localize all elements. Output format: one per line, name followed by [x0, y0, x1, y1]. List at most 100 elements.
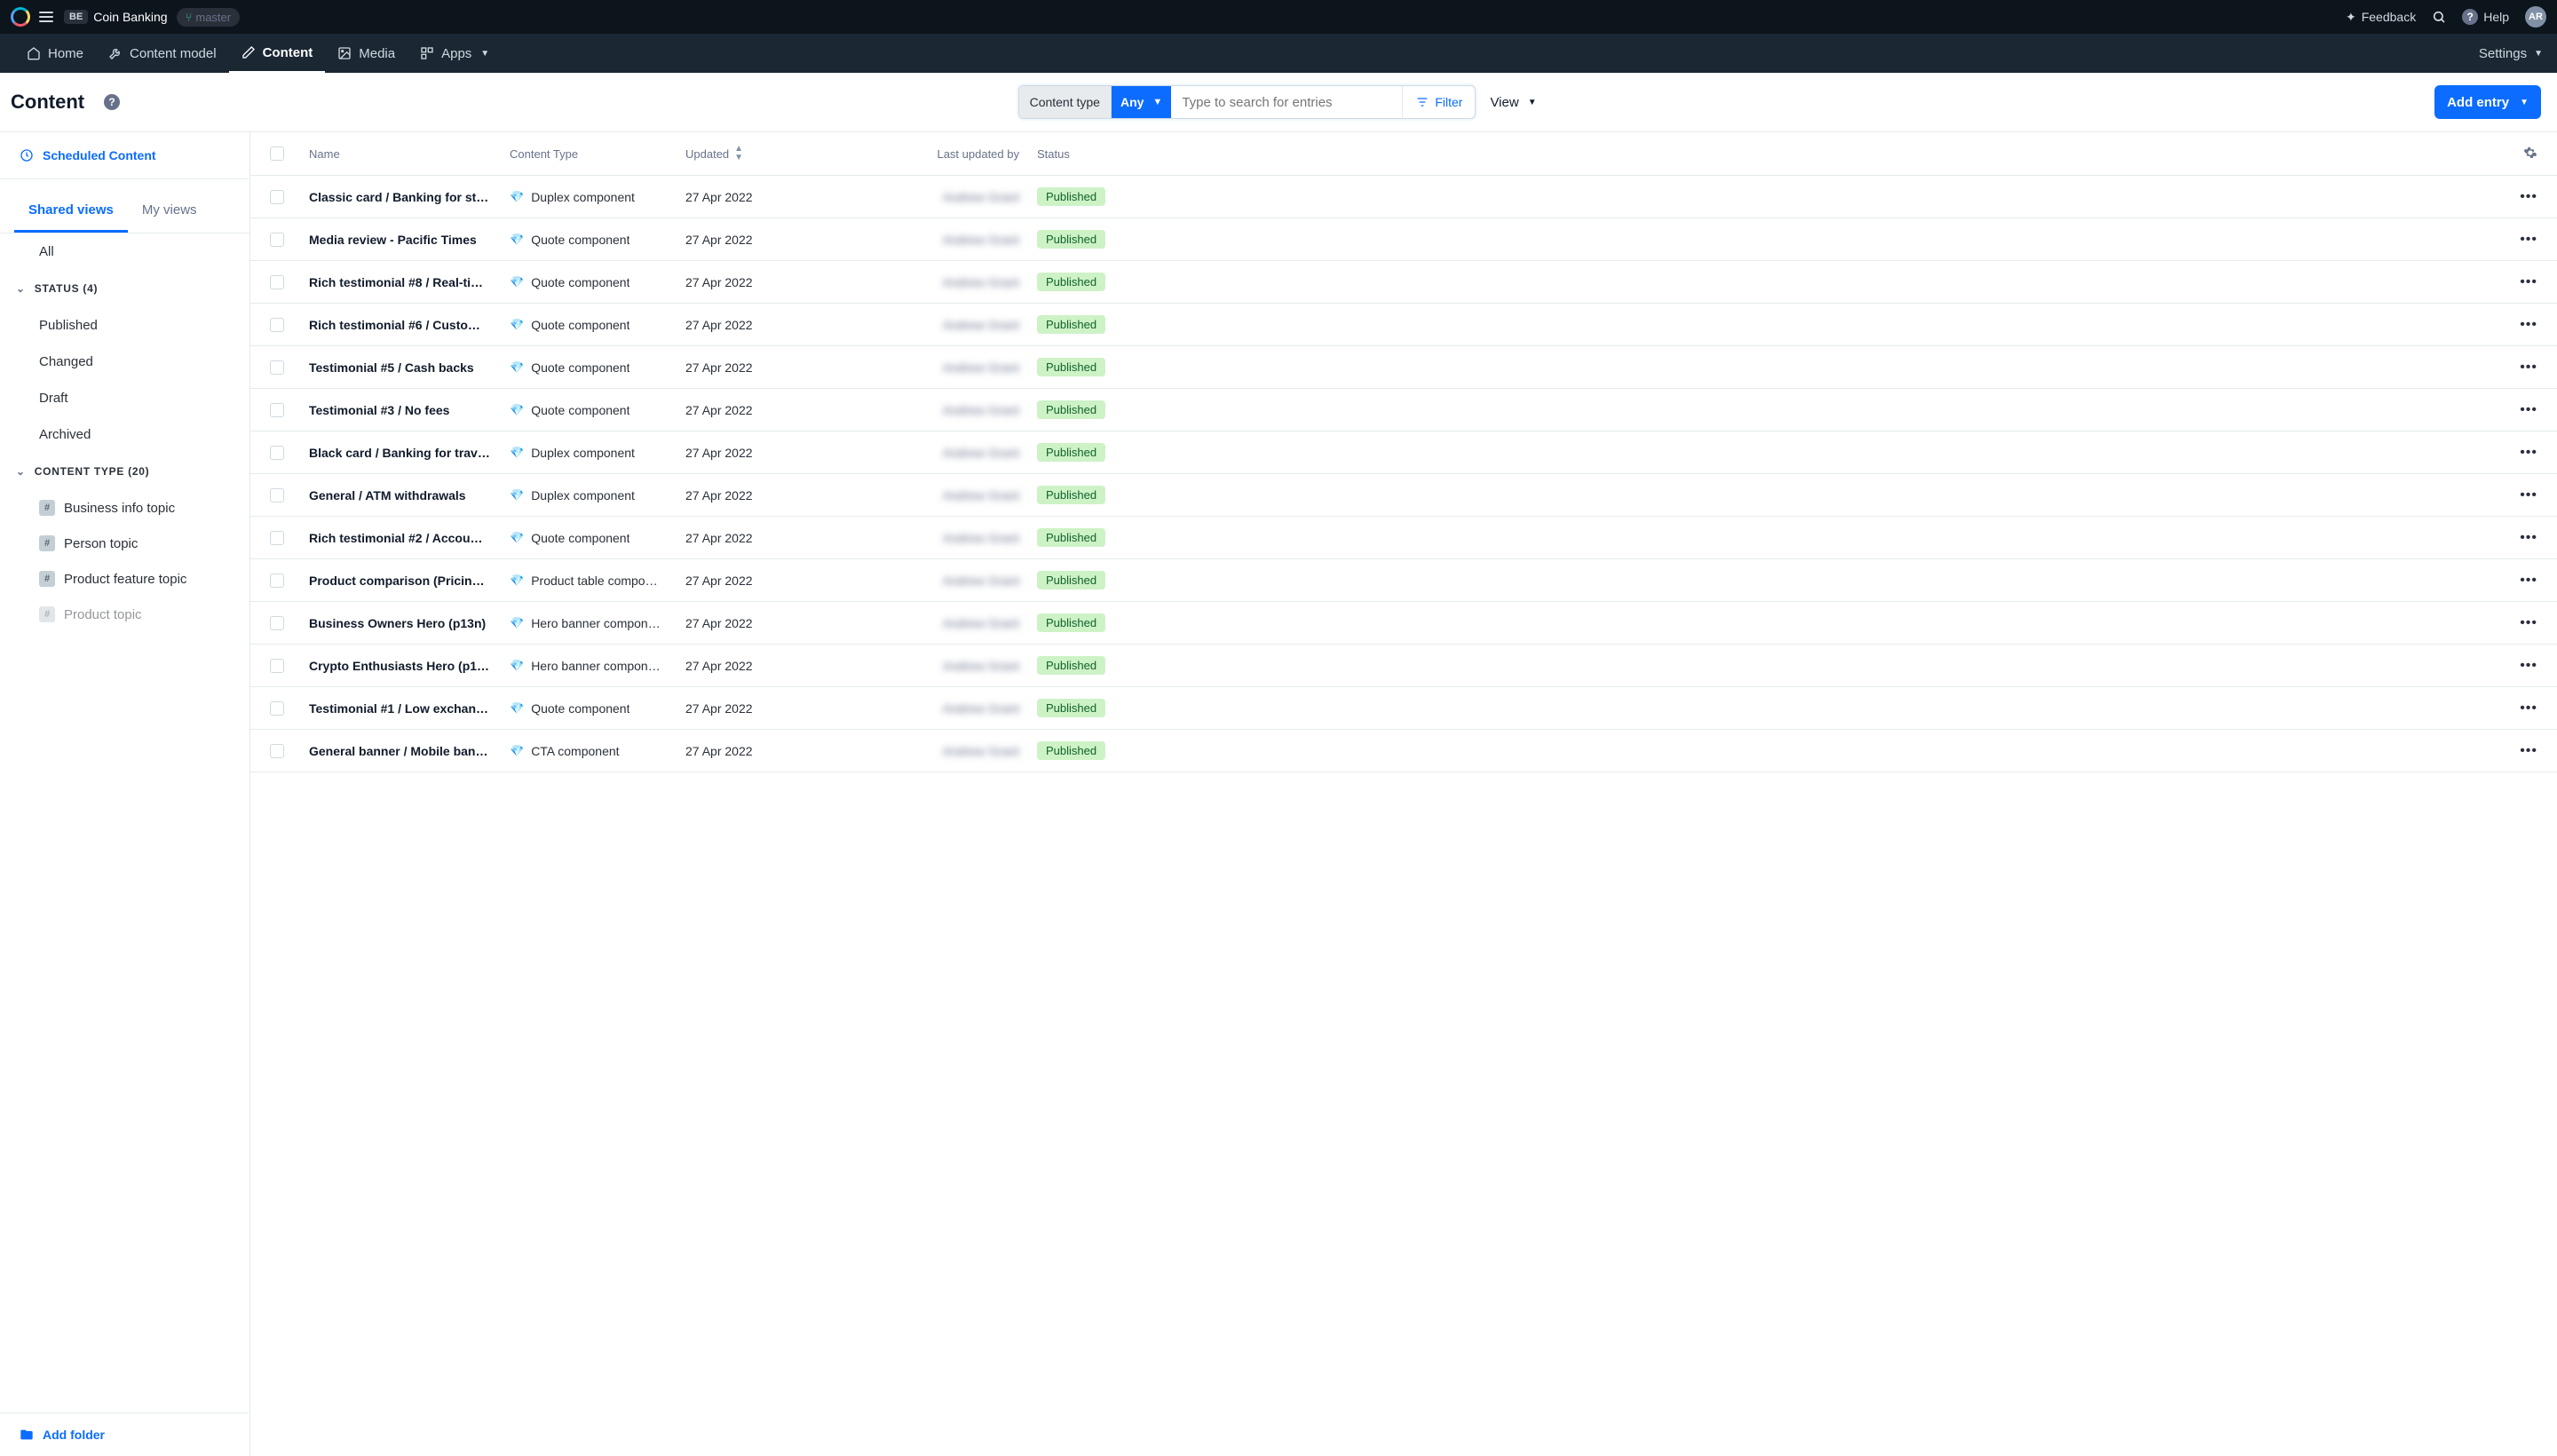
table-settings-button[interactable] [2523, 146, 2537, 162]
sidebar-item-status[interactable]: Archived [0, 416, 249, 453]
add-entry-button[interactable]: Add entry ▼ [2434, 85, 2541, 119]
status-badge: Published [1037, 656, 1105, 675]
entry-content-type: 💎Quote component [510, 275, 685, 289]
chevron-down-icon: ▼ [1528, 98, 1537, 107]
row-actions-button[interactable]: ••• [2498, 487, 2537, 503]
add-folder-button[interactable]: Add folder [0, 1412, 249, 1456]
sidebar-section-status[interactable]: ⌄ STATUS (4) [0, 270, 249, 307]
avatar[interactable]: AR [2525, 6, 2546, 28]
row-actions-button[interactable]: ••• [2498, 274, 2537, 290]
row-actions-button[interactable]: ••• [2498, 615, 2537, 631]
help-icon[interactable]: ? [104, 94, 120, 110]
table-row[interactable]: Crypto Enthusiasts Hero (p1…💎Hero banner… [250, 645, 2557, 687]
sidebar-item-status[interactable]: Draft [0, 380, 249, 416]
nav-content[interactable]: Content [229, 34, 326, 73]
row-checkbox[interactable] [270, 574, 284, 588]
table-row[interactable]: Business Owners Hero (p13n)💎Hero banner … [250, 602, 2557, 645]
sidebar-item-content-type[interactable]: #Person topic [0, 526, 249, 561]
row-checkbox[interactable] [270, 190, 284, 204]
table-row[interactable]: Classic card / Banking for st…💎Duplex co… [250, 176, 2557, 218]
view-button[interactable]: View ▼ [1490, 95, 1536, 110]
sidebar-item-status[interactable]: Published [0, 307, 249, 344]
table-row[interactable]: Testimonial #5 / Cash backs💎Quote compon… [250, 346, 2557, 389]
row-checkbox[interactable] [270, 488, 284, 502]
sidebar-item-content-type[interactable]: #Business info topic [0, 490, 249, 526]
sidebar-item-all[interactable]: All [0, 233, 249, 270]
sidebar-item-status[interactable]: Changed [0, 344, 249, 380]
row-checkbox[interactable] [270, 659, 284, 673]
table-row[interactable]: Media review - Pacific Times💎Quote compo… [250, 218, 2557, 261]
logo-icon[interactable] [11, 7, 30, 27]
row-checkbox[interactable] [270, 616, 284, 630]
tab-my-views[interactable]: My views [128, 190, 211, 233]
row-checkbox[interactable] [270, 744, 284, 758]
row-actions-button[interactable]: ••• [2498, 530, 2537, 546]
table-row[interactable]: Black card / Banking for trav…💎Duplex co… [250, 431, 2557, 474]
nav-apps-label: Apps [441, 46, 471, 61]
entry-name: General / ATM withdrawals [309, 488, 510, 502]
sidebar: Scheduled Content Shared views My views … [0, 132, 250, 1456]
table-row[interactable]: Rich testimonial #8 / Real-ti…💎Quote com… [250, 261, 2557, 304]
tab-shared-views[interactable]: Shared views [14, 190, 128, 233]
content-type-filter-label[interactable]: Content type [1019, 86, 1112, 118]
space-name[interactable]: Coin Banking [93, 10, 167, 24]
content-type-filter-value[interactable]: Any ▼ [1112, 86, 1171, 118]
scheduled-content-link[interactable]: Scheduled Content [0, 132, 249, 179]
col-content-type[interactable]: Content Type [510, 147, 685, 161]
row-checkbox[interactable] [270, 701, 284, 716]
col-status[interactable]: Status [1037, 147, 1161, 161]
branch-pill[interactable]: ⑂ master [177, 8, 241, 27]
nav-home[interactable]: Home [14, 34, 96, 73]
table-row[interactable]: Testimonial #3 / No fees💎Quote component… [250, 389, 2557, 431]
search-input[interactable] [1171, 86, 1402, 118]
table-row[interactable]: General / ATM withdrawals💎Duplex compone… [250, 474, 2557, 517]
sidebar-item-content-type[interactable]: #Product topic [0, 597, 249, 632]
row-checkbox[interactable] [270, 233, 284, 247]
row-checkbox[interactable] [270, 403, 284, 417]
row-actions-button[interactable]: ••• [2498, 189, 2537, 205]
entry-updated: 27 Apr 2022 [685, 574, 859, 588]
table-row[interactable]: Product comparison (Pricin…💎Product tabl… [250, 559, 2557, 602]
search-icon [2432, 10, 2446, 24]
feedback-link[interactable]: ✦ Feedback [2346, 10, 2416, 25]
nav-apps[interactable]: Apps ▼ [408, 34, 502, 73]
help-link[interactable]: ? Help [2462, 9, 2509, 25]
entry-status: Published [1037, 613, 1161, 632]
row-actions-button[interactable]: ••• [2498, 700, 2537, 716]
navbar: Home Content model Content Media Apps ▼ … [0, 34, 2557, 73]
nav-settings[interactable]: Settings ▼ [2479, 46, 2543, 61]
col-last-updated-by[interactable]: Last updated by [859, 147, 1037, 161]
menu-icon[interactable] [39, 12, 53, 22]
clock-icon [20, 148, 34, 162]
row-checkbox[interactable] [270, 318, 284, 332]
table-row[interactable]: General banner / Mobile ban…💎CTA compone… [250, 730, 2557, 772]
entry-updated-by: Andrew Grant [859, 574, 1037, 588]
row-actions-button[interactable]: ••• [2498, 743, 2537, 759]
sidebar-item-content-type[interactable]: #Product feature topic [0, 561, 249, 597]
row-checkbox[interactable] [270, 446, 284, 460]
row-actions-button[interactable]: ••• [2498, 317, 2537, 333]
row-actions-button[interactable]: ••• [2498, 445, 2537, 461]
filter-button[interactable]: Filter [1402, 86, 1475, 118]
row-actions-button[interactable]: ••• [2498, 232, 2537, 248]
row-actions-button[interactable]: ••• [2498, 402, 2537, 418]
table-row[interactable]: Testimonial #1 / Low exchan…💎Quote compo… [250, 687, 2557, 730]
row-actions-button[interactable]: ••• [2498, 573, 2537, 589]
row-actions-button[interactable]: ••• [2498, 658, 2537, 674]
table-row[interactable]: Rich testimonial #6 / Custo…💎Quote compo… [250, 304, 2557, 346]
row-actions-button[interactable]: ••• [2498, 360, 2537, 376]
nav-media[interactable]: Media [325, 34, 408, 73]
row-checkbox[interactable] [270, 531, 284, 545]
ct-item-label: Product topic [64, 607, 142, 622]
sidebar-section-content-type[interactable]: ⌄ CONTENT TYPE (20) [0, 453, 249, 490]
search-button[interactable] [2432, 10, 2446, 24]
table-row[interactable]: Rich testimonial #2 / Accou…💎Quote compo… [250, 517, 2557, 559]
nav-content-model[interactable]: Content model [96, 34, 229, 73]
row-checkbox[interactable] [270, 275, 284, 289]
col-updated[interactable]: Updated ▲▼ [685, 145, 859, 162]
entry-updated-by: Andrew Grant [859, 659, 1037, 673]
select-all-checkbox[interactable] [270, 146, 284, 161]
filter-label: Filter [1435, 95, 1462, 109]
row-checkbox[interactable] [270, 360, 284, 375]
col-name[interactable]: Name [309, 147, 510, 161]
